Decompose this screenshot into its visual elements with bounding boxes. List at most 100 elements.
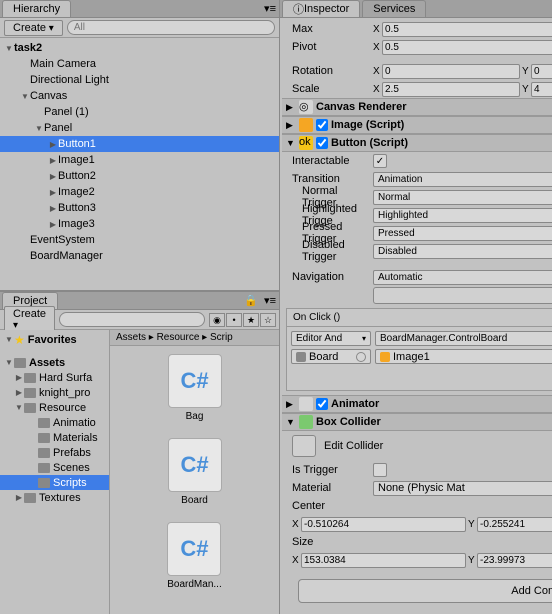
- hierarchy-item-button1[interactable]: ▶Button1: [0, 136, 279, 152]
- collapse-arrow-icon[interactable]: ▶: [286, 102, 296, 113]
- folder-icon: [24, 403, 36, 413]
- breadcrumb[interactable]: Assets ▸ Resource ▸ Scrip: [110, 330, 279, 346]
- project-resource[interactable]: ▼Resource: [0, 400, 109, 415]
- project-assets[interactable]: ▼Assets: [0, 355, 109, 370]
- collapse-arrow-icon[interactable]: ▶: [286, 120, 296, 131]
- hierarchy-item-image1[interactable]: ▶Image1: [0, 152, 279, 168]
- project-scenes[interactable]: Scenes: [0, 460, 109, 475]
- project-textures[interactable]: ▶Textures: [0, 490, 109, 505]
- interactable-checkbox[interactable]: [373, 154, 387, 168]
- project-create-dropdown[interactable]: Create ▾: [4, 306, 55, 333]
- center-y-input[interactable]: [477, 517, 552, 532]
- transition-dropdown[interactable]: Animation: [373, 172, 552, 187]
- file-boardman[interactable]: C#BoardMan...: [167, 522, 221, 590]
- center-x-input[interactable]: [301, 517, 466, 532]
- project-menu-icon[interactable]: ▾≡: [261, 294, 279, 307]
- hierarchy-menu-icon[interactable]: ▾≡: [261, 2, 279, 15]
- project-animatic[interactable]: Animatio: [0, 415, 109, 430]
- expand-arrow-icon[interactable]: ▶: [48, 219, 58, 229]
- pressed-trigger-input[interactable]: [373, 226, 552, 241]
- hierarchy-item-button2[interactable]: ▶Button2: [0, 168, 279, 184]
- normal-trigger-input[interactable]: [373, 190, 552, 205]
- istrigger-checkbox[interactable]: [373, 463, 387, 477]
- filter-type-icon[interactable]: •: [226, 313, 242, 327]
- navigation-dropdown[interactable]: Automatic: [373, 270, 552, 285]
- project-scripts[interactable]: Scripts: [0, 475, 109, 490]
- highlighted-trigger-input[interactable]: [373, 208, 552, 223]
- scale-y-input[interactable]: [531, 82, 552, 97]
- button-component[interactable]: ▼okButton (Script)?⚙: [282, 134, 552, 152]
- canvas-renderer-component[interactable]: ▶◎Canvas Renderer?⚙: [282, 98, 552, 116]
- target-icon: ◎: [299, 100, 313, 114]
- max-x-input[interactable]: [382, 22, 552, 37]
- onclick-target-field[interactable]: Board: [291, 349, 371, 364]
- project-tree: ▼★Favorites ▼Assets ▶Hard Surfa ▶knight_…: [0, 330, 110, 614]
- collapse-arrow-icon[interactable]: ▼: [286, 138, 296, 148]
- visualize-button[interactable]: Visualize: [373, 287, 552, 304]
- rot-x-input[interactable]: [382, 64, 520, 79]
- boxcollider-component[interactable]: ▼Box Collider?⚙: [282, 413, 552, 431]
- csharp-icon: C#: [168, 438, 222, 492]
- save-filter-icon[interactable]: ☆: [260, 313, 276, 327]
- hierarchy-search-input[interactable]: [67, 20, 275, 35]
- hierarchy-tree: ▼task2 Main Camera Directional Light ▼Ca…: [0, 38, 279, 290]
- pivot-x-input[interactable]: [382, 40, 552, 55]
- hierarchy-tab[interactable]: Hierarchy: [2, 0, 71, 17]
- hierarchy-item-image2[interactable]: ▶Image2: [0, 184, 279, 200]
- rot-y-input[interactable]: [531, 64, 552, 79]
- inspector-tab[interactable]: ⓘ Inspector: [282, 0, 360, 17]
- expand-arrow-icon[interactable]: ▼: [34, 123, 44, 133]
- object-picker-icon[interactable]: [356, 352, 366, 362]
- filter-icon[interactable]: ◉: [209, 313, 225, 327]
- hierarchy-create-dropdown[interactable]: Create ▾: [4, 20, 63, 36]
- size-y-input[interactable]: [477, 553, 552, 568]
- filter-label-icon[interactable]: ★: [243, 313, 259, 327]
- folder-icon: [24, 388, 36, 398]
- expand-arrow-icon[interactable]: ▶: [48, 203, 58, 213]
- project-search-input[interactable]: [59, 312, 205, 327]
- onclick-list: On Click () Editor And BoardManager.Cont…: [286, 308, 552, 391]
- edit-collider-toggle[interactable]: [292, 435, 316, 457]
- hierarchy-item-panel1[interactable]: Panel (1): [0, 104, 279, 120]
- material-field[interactable]: None (Physic Mat: [373, 481, 552, 496]
- expand-arrow-icon[interactable]: ▶: [48, 139, 58, 149]
- onclick-arg-field[interactable]: Image1: [375, 349, 552, 364]
- project-favorites[interactable]: ▼★Favorites: [0, 332, 109, 347]
- animator-enabled-checkbox[interactable]: [316, 398, 328, 410]
- size-x-input[interactable]: [301, 553, 466, 568]
- hierarchy-item-light[interactable]: Directional Light: [0, 72, 279, 88]
- hierarchy-item-maincamera[interactable]: Main Camera: [0, 56, 279, 72]
- onclick-runtime-dropdown[interactable]: Editor And: [291, 331, 371, 346]
- add-component-button[interactable]: Add Component: [298, 579, 552, 603]
- image-enabled-checkbox[interactable]: [316, 119, 328, 131]
- project-hardsurfa[interactable]: ▶Hard Surfa: [0, 370, 109, 385]
- expand-arrow-icon[interactable]: ▼: [4, 43, 14, 53]
- onclick-method-dropdown[interactable]: BoardManager.ControlBoard: [375, 331, 552, 346]
- expand-arrow-icon[interactable]: ▶: [48, 187, 58, 197]
- disabled-trigger-input[interactable]: [373, 244, 552, 259]
- animator-component[interactable]: ▶Animator?⚙: [282, 395, 552, 413]
- hierarchy-item-eventsystem[interactable]: EventSystem: [0, 232, 279, 248]
- hierarchy-item-canvas[interactable]: ▼Canvas: [0, 88, 279, 104]
- collapse-arrow-icon[interactable]: ▶: [286, 399, 296, 410]
- hierarchy-item-task2[interactable]: ▼task2: [0, 40, 279, 56]
- inspector-icon: ⓘ: [293, 1, 304, 17]
- scale-x-input[interactable]: [382, 82, 520, 97]
- services-tab[interactable]: Services: [362, 0, 426, 17]
- expand-arrow-icon[interactable]: ▶: [48, 171, 58, 181]
- expand-arrow-icon[interactable]: ▶: [48, 155, 58, 165]
- lock-icon[interactable]: 🔒: [241, 294, 261, 307]
- hierarchy-item-button3[interactable]: ▶Button3: [0, 200, 279, 216]
- hierarchy-item-image3[interactable]: ▶Image3: [0, 216, 279, 232]
- file-bag[interactable]: C#Bag: [168, 354, 222, 422]
- project-prefabs[interactable]: Prefabs: [0, 445, 109, 460]
- hierarchy-item-panel[interactable]: ▼Panel: [0, 120, 279, 136]
- collapse-arrow-icon[interactable]: ▼: [286, 417, 296, 427]
- project-materials[interactable]: Materials: [0, 430, 109, 445]
- file-board[interactable]: C#Board: [168, 438, 222, 506]
- project-knight[interactable]: ▶knight_pro: [0, 385, 109, 400]
- image-component[interactable]: ▶Image (Script)?⚙: [282, 116, 552, 134]
- button-enabled-checkbox[interactable]: [316, 137, 328, 149]
- expand-arrow-icon[interactable]: ▼: [20, 91, 30, 101]
- hierarchy-item-boardmanager[interactable]: BoardManager: [0, 248, 279, 264]
